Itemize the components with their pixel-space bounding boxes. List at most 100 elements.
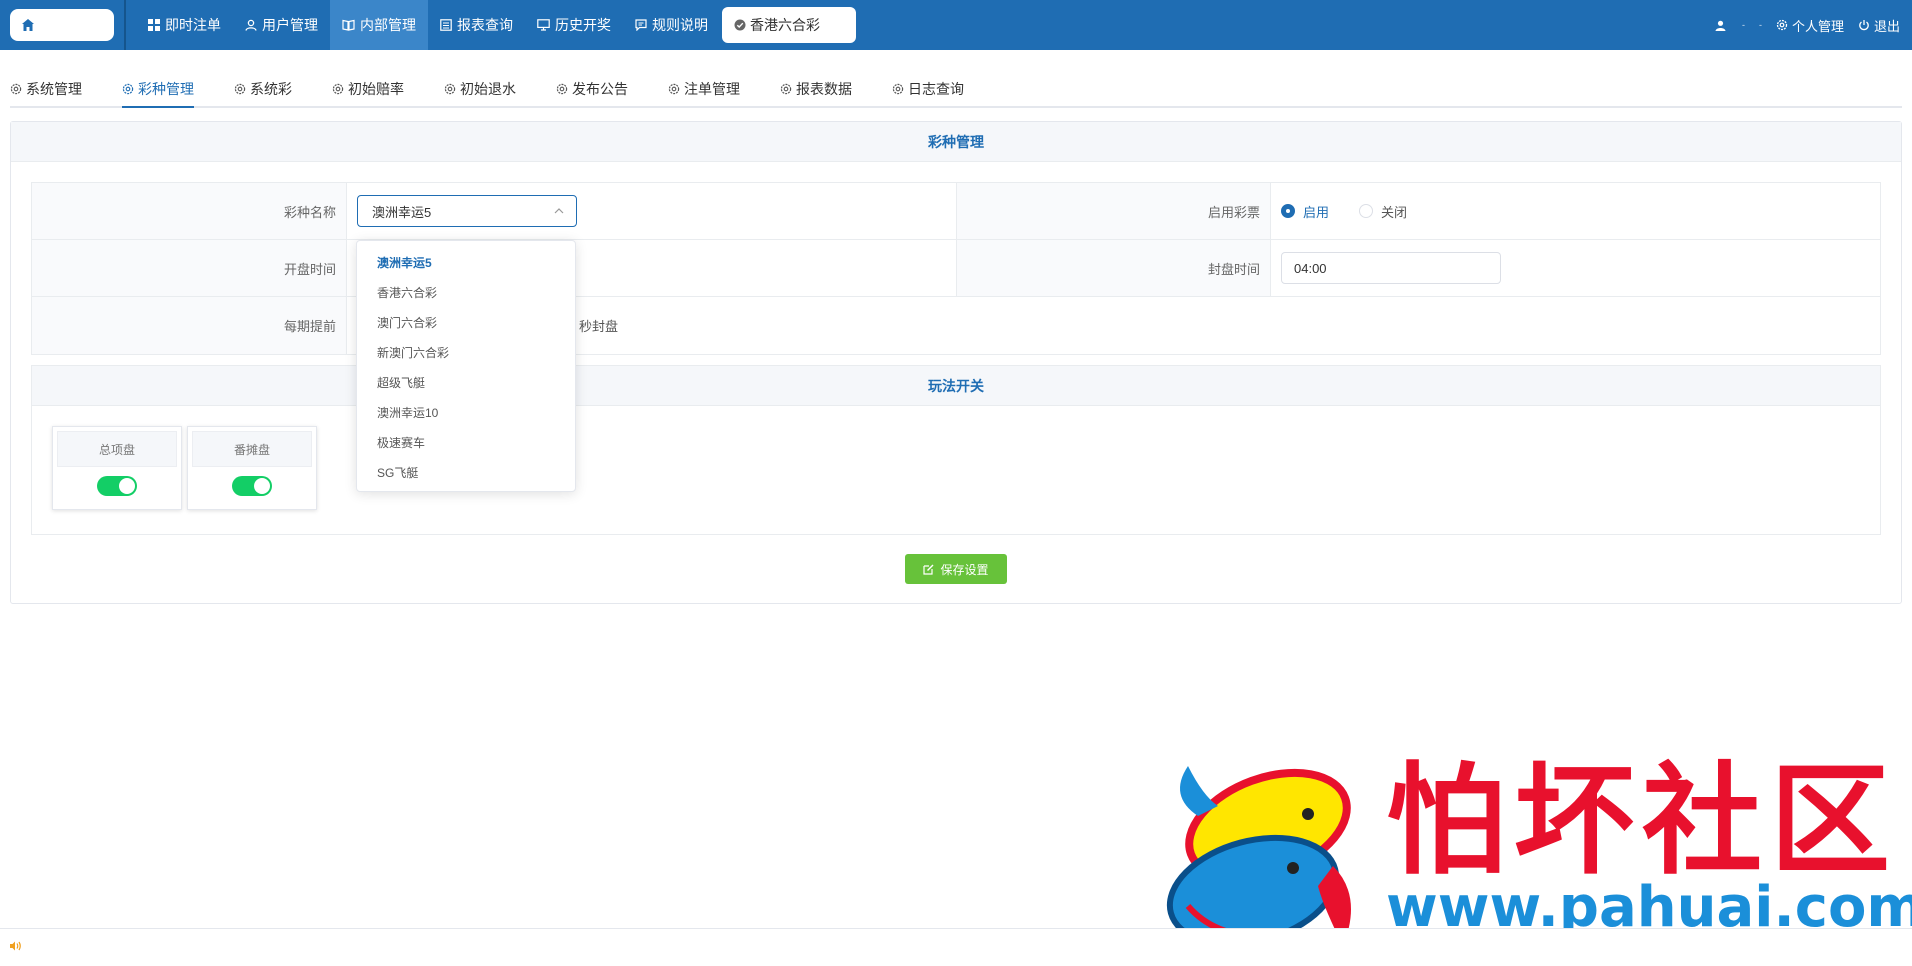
current-lottery-selector[interactable]: 香港六合彩 [722, 7, 856, 43]
play-card-body [57, 467, 177, 505]
radio-label: 启用 [1303, 204, 1330, 220]
current-lottery-label: 香港六合彩 [750, 17, 820, 33]
account-balance: - [1758, 20, 1762, 30]
close-time-label: 封盘时间 [957, 240, 1271, 296]
dropdown-option[interactable]: 超级飞艇 [357, 367, 575, 397]
form-row: 每期提前 秒封盘 [32, 297, 1880, 354]
tab-label: 日志查询 [908, 81, 964, 97]
nav-item-rules[interactable]: 规则说明 [623, 0, 720, 50]
play-card-total: 总项盘 [52, 426, 182, 510]
home-button[interactable] [10, 9, 114, 41]
profile-label: 个人管理 [1791, 18, 1844, 34]
nav-item-reports[interactable]: 报表查询 [428, 0, 525, 50]
tab-label: 初始赔率 [348, 81, 404, 97]
tab-label: 发布公告 [572, 81, 628, 97]
tab-announcements[interactable]: 发布公告 [556, 72, 628, 106]
user-icon [245, 19, 257, 31]
bottom-bar [0, 928, 1912, 966]
nav-item-users[interactable]: 用户管理 [233, 0, 330, 50]
dropdown-option[interactable]: 澳洲幸运5 [357, 247, 575, 277]
cog-icon [332, 83, 344, 95]
nav-label: 用户管理 [262, 17, 318, 33]
dropdown-option[interactable]: 香港六合彩 [357, 277, 575, 307]
tab-initial-odds[interactable]: 初始赔率 [332, 72, 404, 106]
chevron-up-icon [554, 208, 564, 214]
cog-icon [444, 83, 456, 95]
grid-icon [148, 19, 160, 31]
nav-label: 规则说明 [652, 17, 708, 33]
tab-system-management[interactable]: 系统管理 [10, 72, 82, 106]
play-switch-title: 玩法开关 [32, 366, 1880, 406]
open-time-label: 开盘时间 [32, 240, 347, 296]
tab-label: 初始退水 [460, 81, 516, 97]
dropdown-option[interactable]: 澳门六合彩 [357, 307, 575, 337]
logout-button[interactable]: 退出 [1858, 16, 1900, 35]
radio-dot [1281, 204, 1295, 218]
speaker-icon[interactable] [8, 938, 22, 954]
cog-icon [892, 83, 904, 95]
tab-lottery-management[interactable]: 彩种管理 [122, 72, 194, 108]
advance-close-suffix: 秒封盘 [579, 319, 619, 334]
dropdown-option[interactable]: SG飞艇 [357, 457, 575, 487]
report-icon [440, 19, 452, 31]
logout-label: 退出 [1873, 18, 1900, 34]
dropdown-option[interactable]: 极速赛车 [357, 427, 575, 457]
dropdown-option[interactable]: 澳洲幸运10 [357, 397, 575, 427]
tab-report-data[interactable]: 报表数据 [780, 72, 852, 106]
nav-item-live-bets[interactable]: 即时注单 [136, 0, 233, 50]
home-icon [22, 19, 34, 31]
advance-close-cell: 秒封盘 [347, 297, 1880, 354]
power-icon [1859, 20, 1869, 31]
cog-icon [10, 83, 22, 95]
watermark: 怕坏社区 www.pahuai.com [1158, 752, 1912, 956]
dropdown-option[interactable]: 新澳门六合彩 [357, 337, 575, 367]
nav-item-history[interactable]: 历史开奖 [525, 0, 623, 50]
cog-icon [234, 83, 246, 95]
radio-dot [1359, 204, 1374, 218]
profile-button[interactable]: 个人管理 [1776, 16, 1844, 35]
tab-log-query[interactable]: 日志查询 [892, 72, 964, 106]
nav-item-internal[interactable]: 内部管理 [330, 0, 428, 50]
close-time-cell: 04:00 [1271, 240, 1880, 296]
monitor-icon [537, 19, 550, 31]
tab-bet-management[interactable]: 注单管理 [668, 72, 740, 106]
form-row: 开盘时间 封盘时间 04:00 [32, 240, 1880, 297]
main-nav: 即时注单 用户管理 内部管理 报表查询 历史开奖 规则说明 [136, 0, 720, 50]
cog-icon [556, 83, 568, 95]
lottery-name-label: 彩种名称 [32, 183, 347, 239]
lottery-name-value: 澳洲幸运5 [372, 204, 432, 220]
enable-lottery-cell: 启用 关闭 [1271, 183, 1880, 239]
lottery-name-cell: 澳洲幸运5 [347, 183, 957, 239]
navbar-divider [124, 0, 126, 50]
cog-icon [122, 83, 134, 95]
enable-radio-off[interactable]: 关闭 [1359, 202, 1407, 221]
nav-label: 内部管理 [360, 17, 416, 33]
message-icon [635, 19, 647, 31]
gear-icon [1776, 19, 1788, 31]
tab-label: 注单管理 [684, 81, 740, 97]
nav-label: 历史开奖 [555, 17, 611, 33]
radio-label: 关闭 [1381, 204, 1408, 220]
lottery-name-select[interactable]: 澳洲幸运5 [357, 195, 577, 227]
account-name: - [1741, 20, 1745, 30]
play-switch-box: 玩法开关 总项盘 番摊盘 [31, 365, 1881, 535]
account-info[interactable]: - - [1715, 20, 1762, 31]
tab-initial-rebate[interactable]: 初始退水 [444, 72, 516, 106]
close-time-input[interactable]: 04:00 [1281, 252, 1501, 284]
play-toggle-switch[interactable] [232, 476, 272, 496]
lottery-form: 彩种名称 澳洲幸运5 启用彩票 启用 关闭 开盘时间 封盘时间 04:00 每期… [31, 182, 1881, 355]
top-navbar: 即时注单 用户管理 内部管理 报表查询 历史开奖 规则说明 香港六合彩 - - … [0, 0, 1912, 50]
cog-icon [668, 83, 680, 95]
cog-icon [780, 83, 792, 95]
panel-title: 彩种管理 [11, 122, 1901, 162]
enable-radio-on[interactable]: 启用 [1281, 202, 1329, 221]
person-icon [1715, 20, 1726, 31]
play-card-fantan: 番摊盘 [187, 426, 317, 510]
tab-system-lottery[interactable]: 系统彩 [234, 72, 292, 106]
advance-close-label: 每期提前 [32, 297, 347, 354]
sub-tabs: 系统管理 彩种管理 系统彩 初始赔率 初始退水 发布公告 注单管理 报表数据 日… [10, 72, 1902, 108]
watermark-text: 怕坏社区 [1386, 752, 1898, 891]
save-settings-button[interactable]: 保存设置 [905, 554, 1007, 584]
play-toggle-switch[interactable] [97, 476, 137, 496]
fish-logo-icon [1166, 766, 1351, 948]
